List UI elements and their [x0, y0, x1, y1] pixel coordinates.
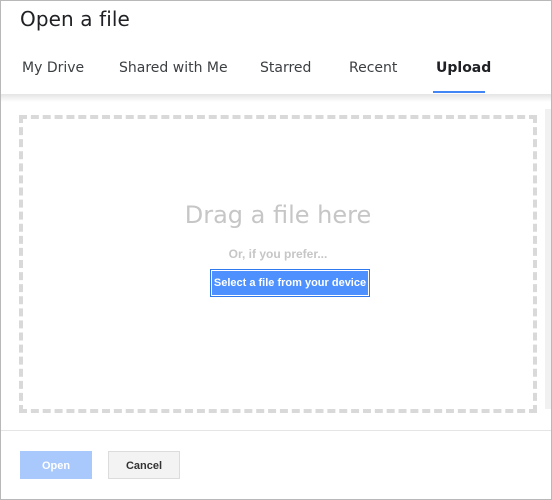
cancel-button[interactable]: Cancel: [108, 451, 180, 479]
select-file-button[interactable]: Select a file from your device: [210, 269, 370, 297]
open-file-dialog: Open a file My Drive Shared with Me Star…: [0, 0, 552, 500]
file-drop-zone[interactable]: Drag a file here Or, if you prefer... Se…: [19, 115, 537, 413]
dialog-title: Open a file: [20, 7, 130, 31]
scrollbar-track[interactable]: [545, 109, 551, 409]
tab-shared-with-me[interactable]: Shared with Me: [119, 53, 228, 94]
open-button[interactable]: Open: [20, 451, 92, 479]
header-divider: [1, 94, 551, 102]
tab-bar: My Drive Shared with Me Starred Recent U…: [1, 53, 551, 94]
tab-recent[interactable]: Recent: [349, 53, 397, 94]
alternative-prompt: Or, if you prefer...: [228, 247, 328, 261]
drag-file-prompt: Drag a file here: [184, 201, 372, 229]
tab-starred[interactable]: Starred: [260, 53, 311, 94]
tab-upload[interactable]: Upload: [436, 53, 491, 94]
footer-divider: [1, 430, 551, 431]
tab-my-drive[interactable]: My Drive: [22, 53, 84, 94]
active-tab-indicator: [433, 91, 485, 93]
